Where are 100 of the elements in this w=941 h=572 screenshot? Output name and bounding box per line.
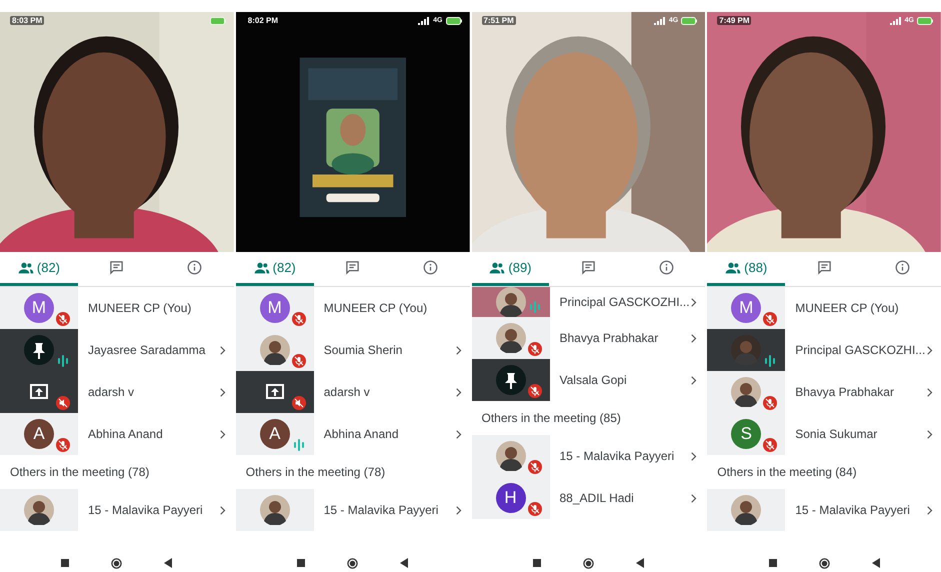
mic-off-icon	[292, 312, 306, 326]
participant-row[interactable]: Soumia Sherin	[236, 329, 470, 371]
chevron-icon[interactable]	[691, 376, 698, 384]
recents-icon[interactable]	[61, 559, 70, 567]
participant-row[interactable]: Bhavya Prabhakar	[472, 317, 706, 359]
battery-icon	[917, 16, 933, 24]
participant-name: Principal GASCKOZHI...	[795, 343, 926, 357]
participant-row[interactable]: adarsh v	[0, 371, 234, 413]
mic-off-icon	[292, 354, 306, 368]
speaking-icon	[56, 354, 70, 368]
mic-off-icon	[528, 342, 542, 356]
participant-name: Bhavya Prabhakar	[560, 331, 660, 345]
people-icon	[254, 260, 270, 276]
mic-off-icon	[528, 384, 542, 398]
chat-icon	[580, 260, 596, 275]
participant-row[interactable]: Jayasree Saradamma	[0, 329, 234, 371]
participant-name: Jayasree Saradamma	[88, 343, 206, 357]
home-icon[interactable]	[347, 558, 358, 568]
speaker-off-icon	[56, 396, 70, 410]
section-heading: Others in the meeting (78)	[244, 464, 386, 481]
battery-icon	[446, 16, 462, 24]
mic-off-icon	[56, 438, 70, 452]
people-icon	[489, 260, 506, 276]
avatar: M	[731, 293, 762, 323]
chevron-icon[interactable]	[691, 298, 698, 306]
speaker-off-icon	[292, 396, 306, 410]
chevron-icon[interactable]	[220, 388, 226, 396]
mic-off-icon	[528, 460, 542, 474]
chevron-icon[interactable]	[220, 430, 226, 438]
participant-row[interactable]: A Abhina Anand	[236, 413, 470, 455]
avatar: H	[496, 483, 526, 513]
participant-row[interactable]: 15 - Malavika Payyeri	[472, 435, 706, 477]
participant-name: 15 - Malavika Payyeri	[560, 449, 676, 463]
info-icon	[894, 260, 910, 275]
chevron-icon[interactable]	[927, 346, 933, 354]
participant-row[interactable]: adarsh v	[236, 371, 470, 413]
chevron-icon[interactable]	[927, 506, 933, 514]
signal-icon	[890, 16, 902, 24]
avatar: M	[260, 293, 290, 323]
participant-row[interactable]: H 88_ADIL Hadi	[472, 477, 706, 519]
participant-row[interactable]: Bhavya Prabhakar	[707, 371, 941, 413]
participant-row[interactable]: Principal GASCKOZHI...	[472, 287, 706, 317]
participant-name: Valsala Gopi	[560, 373, 628, 387]
participant-row[interactable]: Principal GASCKOZHI...	[707, 329, 941, 371]
status-time: 8:02 PM	[246, 16, 280, 25]
participant-row[interactable]: 15 - Malavika Payyeri	[0, 489, 234, 531]
participant-row[interactable]: A Abhina Anand	[0, 413, 234, 455]
chevron-icon[interactable]	[456, 346, 462, 354]
chevron-icon[interactable]	[691, 494, 698, 502]
participant-name: Principal GASCKOZHI...	[560, 295, 691, 309]
participant-row[interactable]: S Sonia Sukumar	[707, 413, 941, 455]
people-icon	[725, 260, 742, 276]
participant-row[interactable]: 15 - Malavika Payyeri	[236, 489, 470, 531]
chevron-icon[interactable]	[220, 506, 226, 514]
recents-icon[interactable]	[532, 559, 541, 567]
back-icon[interactable]	[164, 558, 172, 568]
avatar-icon	[731, 377, 762, 407]
chevron-icon[interactable]	[691, 452, 698, 460]
chat-icon	[109, 260, 124, 275]
back-icon[interactable]	[872, 558, 880, 568]
avatar-icon	[496, 287, 526, 317]
avatar-icon	[24, 495, 54, 525]
participant-name: Soumia Sherin	[324, 343, 404, 357]
recents-icon[interactable]	[768, 559, 777, 567]
info-icon	[187, 260, 202, 275]
pin-icon	[496, 365, 526, 395]
status-time: 8:03 PM	[10, 16, 44, 25]
section-heading: Others in the meeting (85)	[480, 410, 622, 427]
chat-icon	[816, 260, 832, 275]
people-icon	[18, 260, 34, 276]
participant-row[interactable]: M MUNEER CP (You)	[236, 287, 470, 329]
mic-off-icon	[56, 312, 70, 326]
participant-row[interactable]: 15 - Malavika Payyeri	[707, 489, 941, 531]
back-icon[interactable]	[636, 558, 644, 568]
info-icon	[658, 260, 674, 275]
chevron-icon[interactable]	[220, 346, 226, 354]
participant-row[interactable]: Valsala Gopi	[472, 359, 706, 401]
battery-icon	[210, 16, 226, 24]
participant-row[interactable]: M MUNEER CP (You)	[707, 287, 941, 329]
speaking-icon	[292, 438, 306, 452]
back-icon[interactable]	[400, 558, 408, 568]
chevron-icon[interactable]	[456, 388, 462, 396]
home-icon[interactable]	[582, 558, 594, 568]
avatar-icon	[731, 335, 762, 365]
info-icon	[423, 260, 438, 275]
chevron-icon[interactable]	[927, 388, 933, 396]
home-icon[interactable]	[111, 558, 122, 568]
home-icon[interactable]	[818, 558, 830, 568]
chevron-icon[interactable]	[456, 430, 462, 438]
mic-off-icon	[763, 312, 778, 326]
participant-row[interactable]: M MUNEER CP (You)	[0, 287, 234, 329]
participant-name: Sonia Sukumar	[795, 427, 878, 441]
chevron-icon[interactable]	[456, 506, 462, 514]
avatar: S	[731, 419, 762, 449]
recents-icon[interactable]	[297, 559, 306, 567]
chevron-icon[interactable]	[691, 334, 698, 342]
participant-name: Abhina Anand	[88, 427, 164, 441]
participant-name: MUNEER CP (You)	[795, 301, 900, 315]
chevron-icon[interactable]	[927, 430, 933, 438]
avatar-icon	[731, 495, 762, 525]
